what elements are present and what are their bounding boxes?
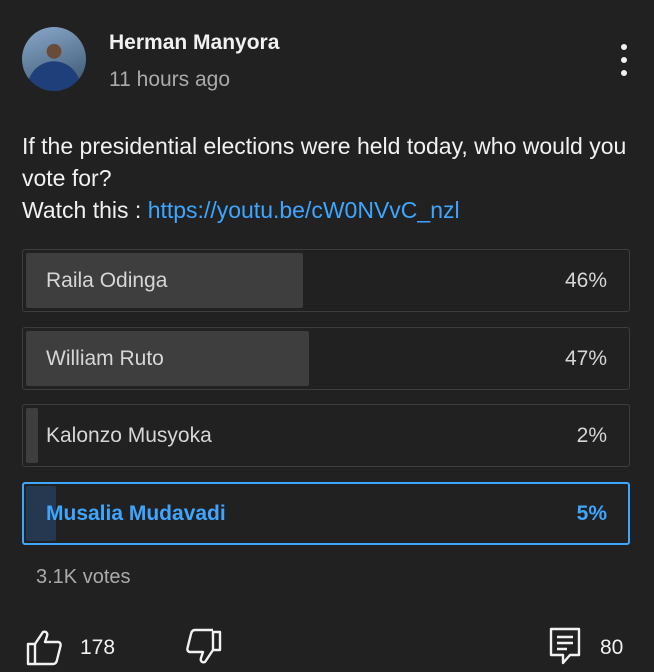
thumbs-up-icon[interactable] [25, 628, 63, 666]
poll-option-percent: 5% [576, 502, 607, 525]
post-time: 11 hours ago [109, 68, 231, 91]
comment-count: 80 [600, 636, 624, 659]
poll-option-label: Raila Odinga [46, 269, 168, 292]
poll-option-label: Kalonzo Musyoka [46, 424, 212, 447]
avatar[interactable] [22, 27, 86, 91]
more-vert-icon[interactable] [612, 44, 636, 76]
poll-option-percent: 47% [564, 347, 607, 370]
poll-option[interactable]: Raila Odinga 46% [22, 249, 630, 312]
poll-option[interactable]: William Ruto 47% [22, 327, 630, 390]
poll-option-label: Musalia Mudavadi [46, 502, 226, 525]
post-text: If the presidential elections were held … [22, 130, 632, 226]
comment-icon[interactable] [548, 626, 582, 666]
poll-option-percent: 46% [564, 269, 607, 292]
poll-option-label: William Ruto [46, 347, 164, 370]
author-name[interactable]: Herman Manyora [109, 31, 279, 55]
video-link[interactable]: https://youtu.be/cW0NVvC_nzl [148, 197, 460, 223]
vote-count: 3.1K votes [36, 566, 131, 588]
poll-option-bar [26, 408, 38, 463]
like-count: 178 [80, 636, 116, 659]
thumbs-down-icon[interactable] [185, 628, 223, 666]
watch-label: Watch this : [22, 197, 142, 223]
post-question: If the presidential elections were held … [22, 133, 627, 191]
poll-option[interactable]: Kalonzo Musyoka 2% [22, 404, 630, 467]
post-watch-line: Watch this : https://youtu.be/cW0NVvC_nz… [22, 194, 632, 226]
poll-option-percent: 2% [576, 424, 607, 447]
poll-option[interactable]: Musalia Mudavadi 5% [22, 482, 630, 545]
